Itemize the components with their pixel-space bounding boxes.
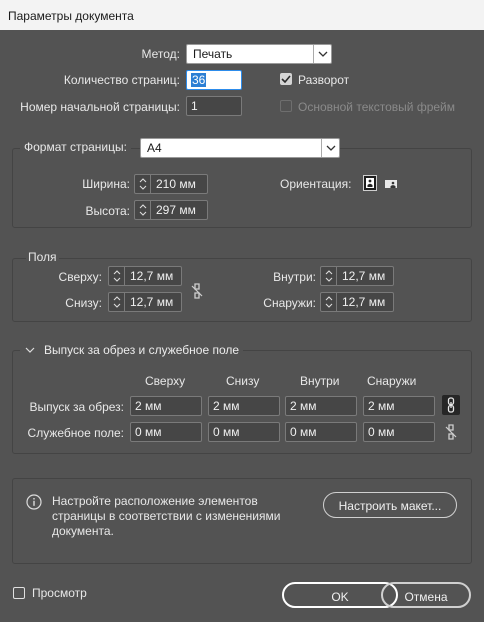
bleed-label: Выпуск за обрез: bbox=[29, 400, 124, 414]
method-label: Метод: bbox=[141, 47, 180, 61]
info-text: Настройте расположение элементов страниц… bbox=[52, 494, 280, 539]
width-label: Ширина: bbox=[82, 177, 130, 191]
margin-outside-stepper[interactable]: 12,7 мм bbox=[320, 292, 394, 312]
cancel-button[interactable]: Отмена bbox=[381, 582, 471, 608]
stepper-arrows-icon[interactable] bbox=[109, 267, 125, 285]
start-page-label: Номер начальной страницы: bbox=[20, 100, 180, 114]
unlinked-chain-icon[interactable] bbox=[442, 422, 460, 442]
landscape-orientation-icon[interactable] bbox=[384, 176, 398, 192]
pages-input[interactable]: 36 bbox=[186, 70, 242, 90]
bleed-inside-value: 2 мм bbox=[290, 399, 317, 413]
page-size-value: A4 bbox=[147, 141, 162, 155]
margin-inside-stepper[interactable]: 12,7 мм bbox=[320, 266, 394, 286]
primary-text-frame-label: Основной текстовый фрейм bbox=[298, 100, 456, 114]
margin-inside-label: Внутри: bbox=[273, 270, 316, 284]
slug-label: Служебное поле: bbox=[27, 426, 124, 440]
bleed-inside-input[interactable]: 2 мм bbox=[285, 396, 357, 416]
height-label: Высота: bbox=[85, 204, 130, 218]
method-dropdown[interactable]: Печать bbox=[186, 44, 332, 64]
bleed-bottom-input[interactable]: 2 мм bbox=[208, 396, 280, 416]
margin-outside-label: Снаружи: bbox=[263, 296, 316, 310]
preview-label: Просмотр bbox=[32, 586, 87, 600]
margin-top-stepper[interactable]: 12,7 мм bbox=[108, 266, 182, 286]
bleed-top-value: 2 мм bbox=[135, 399, 162, 413]
page-size-dropdown[interactable]: A4 bbox=[140, 138, 340, 158]
slug-bottom-input[interactable]: 0 мм bbox=[208, 422, 280, 442]
margin-top-label: Сверху: bbox=[58, 270, 102, 284]
pages-value: 36 bbox=[191, 73, 207, 87]
bleed-top-input[interactable]: 2 мм bbox=[130, 396, 202, 416]
info-text-line: Настройте расположение элементов bbox=[52, 494, 258, 508]
bleed-header-bottom: Снизу bbox=[226, 374, 260, 388]
bleed-bottom-value: 2 мм bbox=[213, 399, 240, 413]
height-value: 297 мм bbox=[156, 203, 196, 217]
info-icon bbox=[26, 494, 42, 510]
margin-top-value: 12,7 мм bbox=[130, 269, 174, 283]
chevron-down-icon bbox=[313, 45, 331, 63]
chevron-down-icon bbox=[321, 139, 339, 157]
chevron-down-icon[interactable] bbox=[24, 347, 36, 353]
slug-top-value: 0 мм bbox=[135, 425, 162, 439]
bleed-header-outside: Снаружи bbox=[367, 374, 417, 388]
start-page-value: 1 bbox=[191, 99, 198, 113]
dialog-title-bar: Параметры документа bbox=[0, 0, 484, 30]
margin-bottom-stepper[interactable]: 12,7 мм bbox=[108, 292, 182, 312]
bleed-header-top: Сверху bbox=[145, 374, 186, 388]
dialog-title: Параметры документа bbox=[8, 9, 134, 23]
start-page-input[interactable]: 1 bbox=[186, 96, 242, 116]
margins-group bbox=[12, 258, 472, 322]
margin-outside-value: 12,7 мм bbox=[342, 295, 386, 309]
stepper-arrows-icon[interactable] bbox=[321, 293, 337, 311]
stepper-arrows-icon[interactable] bbox=[135, 201, 151, 219]
bleed-outside-value: 2 мм bbox=[368, 399, 395, 413]
facing-pages-label: Разворот bbox=[298, 73, 350, 87]
bleed-slug-title: Выпуск за обрез и служебное поле bbox=[44, 343, 240, 357]
facing-pages-checkbox[interactable] bbox=[280, 73, 292, 85]
preview-checkbox[interactable] bbox=[13, 587, 25, 599]
slug-bottom-value: 0 мм bbox=[213, 425, 240, 439]
primary-text-frame-checkbox[interactable] bbox=[280, 100, 292, 112]
slug-inside-value: 0 мм bbox=[290, 425, 317, 439]
portrait-orientation-icon[interactable] bbox=[363, 175, 377, 191]
stepper-arrows-icon[interactable] bbox=[135, 175, 151, 193]
page-size-label: Формат страницы: bbox=[20, 140, 131, 154]
stepper-arrows-icon[interactable] bbox=[109, 293, 125, 311]
bleed-slug-section-header[interactable]: Выпуск за обрез и служебное поле bbox=[20, 342, 244, 358]
info-text-line: документа. bbox=[52, 524, 114, 538]
slug-top-input[interactable]: 0 мм bbox=[130, 422, 202, 442]
width-stepper[interactable]: 210 мм bbox=[134, 174, 208, 194]
margin-bottom-label: Снизу: bbox=[65, 296, 102, 310]
height-stepper[interactable]: 297 мм bbox=[134, 200, 208, 220]
unlinked-chain-icon[interactable] bbox=[190, 282, 204, 300]
bleed-outside-input[interactable]: 2 мм bbox=[363, 396, 435, 416]
adjust-layout-button[interactable]: Настроить макет... bbox=[323, 492, 457, 518]
stepper-arrows-icon[interactable] bbox=[321, 267, 337, 285]
slug-outside-input[interactable]: 0 мм bbox=[363, 422, 435, 442]
margins-title: Поля bbox=[26, 250, 59, 264]
margin-bottom-value: 12,7 мм bbox=[130, 295, 174, 309]
orientation-label: Ориентация: bbox=[280, 177, 352, 191]
slug-outside-value: 0 мм bbox=[368, 425, 395, 439]
bleed-header-inside: Внутри bbox=[300, 374, 340, 388]
pages-label: Количество страниц: bbox=[63, 73, 180, 87]
linked-chain-icon[interactable] bbox=[442, 395, 460, 415]
method-value: Печать bbox=[193, 47, 233, 61]
margin-inside-value: 12,7 мм bbox=[342, 269, 386, 283]
width-value: 210 мм bbox=[156, 177, 196, 191]
info-text-line: страницы в соответствии с изменениями bbox=[52, 509, 281, 523]
slug-inside-input[interactable]: 0 мм bbox=[285, 422, 357, 442]
